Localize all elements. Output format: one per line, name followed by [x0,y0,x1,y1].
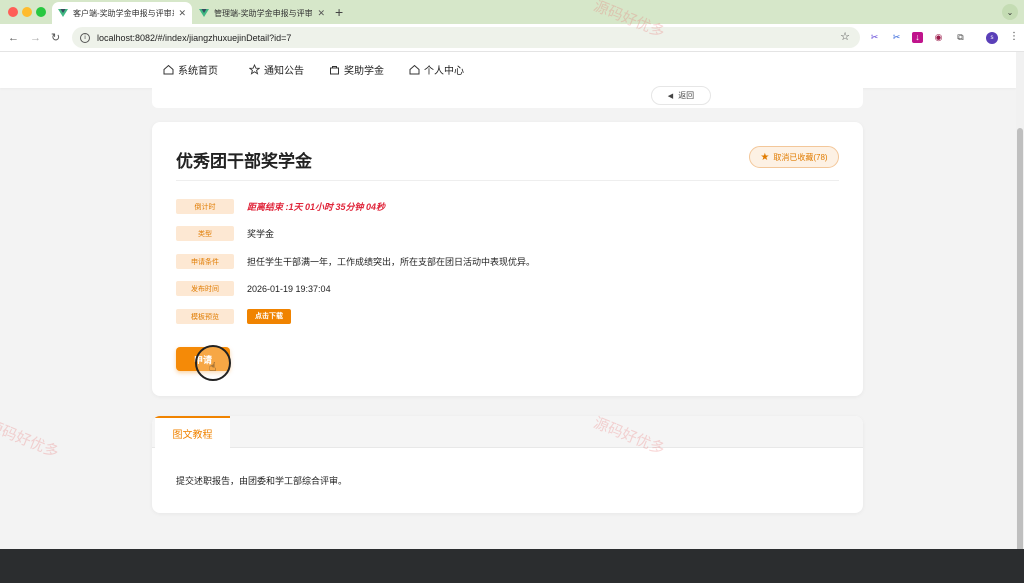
row-value: 奖学金 [247,229,275,239]
nav-label: 通知公告 [264,66,304,77]
puzzle-extensions-icon[interactable]: ⧉ [955,32,966,43]
minimize-window-button[interactable] [22,7,32,17]
divider [176,180,839,181]
reload-icon[interactable]: ↻ [51,31,60,45]
url-text: localhost:8082/#/index/jiangzhuxuejinDet… [97,32,292,43]
tutorial-card: 图文教程 提交述职报告，由团委和学工部综合评审。 [152,416,863,513]
new-tab-button[interactable]: + [335,4,343,20]
tab-title: 管理端-奖助学金申报与评审系统 [214,8,313,18]
download-template-button[interactable]: 点击下载 [247,309,291,324]
browser-toolbar: ← → ↻ i localhost:8082/#/index/jiangzhux… [0,24,1024,52]
nav-label: 系统首页 [178,66,218,77]
row-value: 担任学生干部满一年，工作成绩突出，所在支部在团日活动中表现优异。 [247,257,536,267]
detail-row-template: 模板预览 点击下载 [176,309,291,324]
vue-logo-icon [58,9,68,17]
nav-label: 奖助学金 [344,66,384,77]
tab-search-chevron-icon[interactable]: ⌄ [1002,4,1018,20]
forward-arrow-icon[interactable]: → [30,31,41,45]
back-button[interactable]: ◀ 返回 [651,86,711,105]
row-label: 申请条件 [176,254,234,269]
nav-item-notices[interactable]: 通知公告 [249,62,304,77]
back-label: 返回 [678,91,695,100]
favorite-button[interactable]: ★ 取消已收藏(78) [749,146,839,168]
maximize-window-button[interactable] [36,7,46,17]
home-icon [409,64,420,75]
scrollbar-thumb[interactable] [1017,128,1023,580]
profile-avatar[interactable]: s [986,32,998,44]
watermark: 源码好优多 [0,417,62,462]
favorite-label: 取消已收藏(78) [773,152,828,162]
nav-item-profile[interactable]: 个人中心 [409,62,464,77]
page-footer [0,549,1024,583]
back-arrow-icon[interactable]: ← [8,31,19,45]
nav-label: 个人中心 [424,66,464,77]
detail-row-publish-time: 发布时间 2026-01-19 19:37:04 [176,281,331,296]
star-icon: ★ [760,151,770,163]
tutorial-content: 提交述职报告，由团委和学工部综合评审。 [176,476,348,486]
row-label: 模板预览 [176,309,234,324]
star-icon [249,64,260,75]
download-extension-icon[interactable]: ↓ [912,32,923,43]
page-scrollbar[interactable] [1016,52,1024,580]
browser-menu-icon[interactable]: ⋮ [1009,31,1019,42]
countdown-value: 距离结束 :1天 01小时 35分钟 04秒 [247,202,386,212]
detail-row-type: 类型 奖学金 [176,226,274,241]
bag-icon [330,66,339,75]
row-label: 倒计时 [176,199,234,214]
hand-pointer-icon: ☝ [209,360,217,374]
browser-tab-admin[interactable]: 管理端-奖助学金申报与评审系统 ✕ [193,2,331,24]
browser-tab-client[interactable]: 客户端-奖助学金申报与评审系统 ✕ [52,2,192,24]
row-label: 发布时间 [176,281,234,296]
scholarship-detail-card: 优秀团干部奖学金 ★ 取消已收藏(78) 倒计时 距离结束 :1天 01小时 3… [152,122,863,396]
close-tab-icon[interactable]: ✕ [317,8,325,19]
breadcrumb-card [152,88,863,108]
bookmark-star-icon[interactable]: ☆ [840,30,850,43]
detail-row-conditions: 申请条件 担任学生干部满一年，工作成绩突出，所在支部在团日活动中表现优异。 [176,254,535,269]
tab-tutorial[interactable]: 图文教程 [155,416,230,449]
tab-header [152,416,863,448]
cut-extension-icon[interactable]: ✂ [891,32,902,43]
tab-title: 客户端-奖助学金申报与评审系统 [73,8,174,18]
site-info-icon[interactable]: i [80,32,90,43]
caret-left-icon: ◀ [667,92,674,100]
detail-row-countdown: 倒计时 距离结束 :1天 01小时 35分钟 04秒 [176,199,385,214]
site-nav: 系统首页 通知公告 奖助学金 个人中心 [0,52,1016,88]
browser-tab-bar: 客户端-奖助学金申报与评审系统 ✕ 管理端-奖助学金申报与评审系统 ✕ + ⌄ [0,0,1024,24]
page-title: 优秀团干部奖学金 [176,152,312,171]
vue-logo-icon [199,9,209,17]
scissors-extension-icon[interactable]: ✂ [869,32,880,43]
robot-extension-icon[interactable]: ◉ [933,32,944,43]
home-icon [163,64,174,75]
row-value: 2026-01-19 19:37:04 [247,283,331,294]
nav-item-home[interactable]: 系统首页 [163,62,218,77]
address-bar[interactable]: i localhost:8082/#/index/jiangzhuxuejinD… [72,27,860,48]
row-label: 类型 [176,226,234,241]
close-tab-icon[interactable]: ✕ [178,8,186,19]
close-window-button[interactable] [8,7,18,17]
nav-item-scholarships[interactable]: 奖助学金 [329,62,384,77]
